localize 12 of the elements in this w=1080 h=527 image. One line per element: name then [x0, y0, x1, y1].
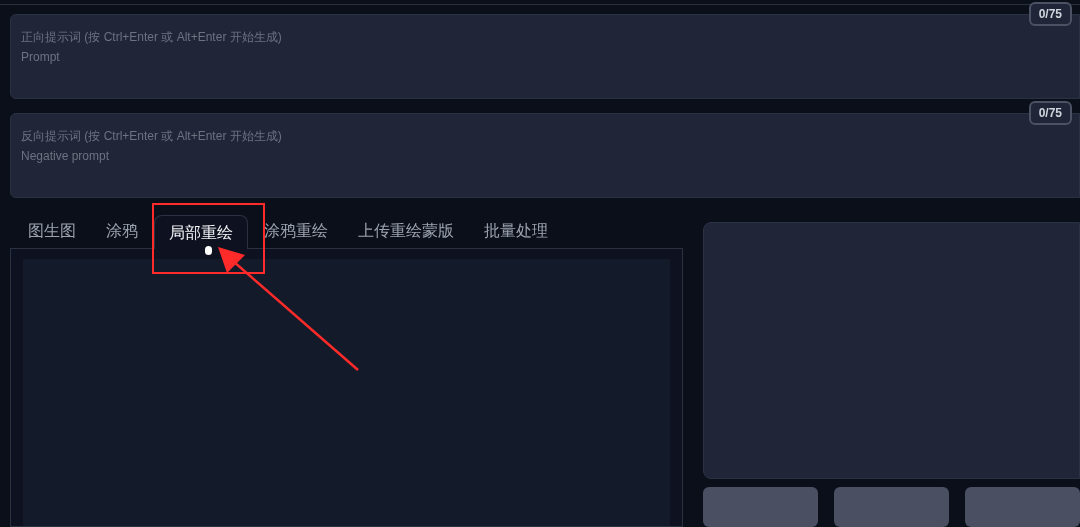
tab[interactable]: 批量处理: [470, 214, 562, 248]
action-button[interactable]: [965, 487, 1080, 527]
tab[interactable]: 涂鸦重绘: [250, 214, 342, 248]
tab[interactable]: 局部重绘: [154, 215, 248, 249]
tab[interactable]: 图生图: [14, 214, 90, 248]
action-button[interactable]: [703, 487, 818, 527]
tab[interactable]: 上传重绘蒙版: [344, 214, 468, 248]
action-button[interactable]: [834, 487, 949, 527]
token-counter: 0/75: [1028, 2, 1072, 26]
token-counter: 0/75: [1028, 101, 1072, 125]
cursor-icon: [205, 246, 212, 255]
tab[interactable]: 涂鸦: [92, 214, 152, 248]
